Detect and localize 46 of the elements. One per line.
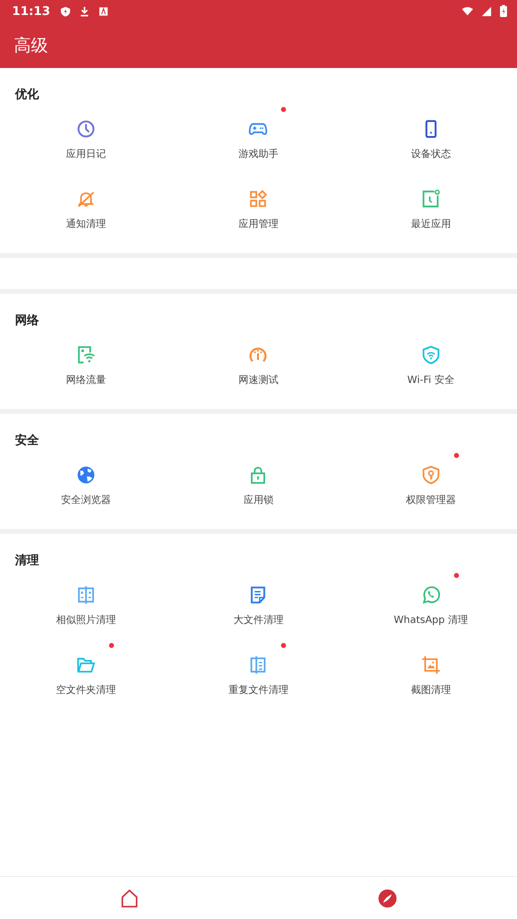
section-heading: 优化 [14,86,40,103]
tool-label[interactable]: 大文件清理 [233,611,284,631]
tool-label[interactable]: 空文件夹清理 [56,681,116,701]
page-title: 高级 [14,34,48,56]
apps-icon[interactable] [248,189,268,209]
section-heading: 网络 [14,312,40,329]
download-icon [79,6,90,16]
tool-label[interactable]: Wi-Fi 安全 [407,371,454,391]
wifi-icon [462,6,473,16]
wifi-shield-icon[interactable] [420,345,441,365]
compass-icon[interactable] [378,888,398,908]
tool-label[interactable]: 应用锁 [243,491,274,511]
crop-image-icon[interactable] [420,655,441,675]
section-heading: 安全 [14,432,40,449]
bell-off-icon[interactable] [76,189,96,209]
speedometer-icon[interactable] [248,345,268,365]
tool-label[interactable]: 游戏助手 [238,145,278,165]
tool-label[interactable]: 重复文件清理 [228,681,288,701]
folder-icon[interactable] [76,655,96,675]
tool-label[interactable]: 权限管理器 [406,491,456,511]
chat-phone-icon[interactable] [420,585,441,605]
similar-photos-icon[interactable] [76,585,96,605]
duplicate-files-icon[interactable] [248,655,268,675]
recent-apps-icon[interactable] [420,189,441,209]
tool-label[interactable]: 截图清理 [410,681,451,701]
tool-label[interactable]: 网速测试 [238,371,278,391]
tool-label[interactable]: 应用日记 [66,145,106,165]
tool-label[interactable]: 相似照片清理 [56,611,116,631]
battery-icon [500,5,507,17]
status-time: 11:13 [12,4,50,18]
clock-icon[interactable] [76,119,96,139]
signal-icon [481,6,492,16]
key-shield-icon[interactable] [420,465,441,485]
shield-icon [60,6,72,16]
tool-label[interactable]: 最近应用 [410,215,451,235]
section-heading: 清理 [14,552,40,569]
tool-label[interactable]: 通知清理 [66,215,106,235]
tool-label[interactable]: WhatsApp 清理 [394,611,468,631]
globe-icon[interactable] [76,465,96,485]
tool-label[interactable]: 设备状态 [410,145,451,165]
tool-label[interactable]: 应用管理 [238,215,278,235]
notification-icon [98,6,110,16]
tool-label[interactable]: 网络流量 [66,371,106,391]
home-icon[interactable] [120,888,139,908]
tool-label[interactable]: 安全浏览器 [61,491,112,511]
data-usage-icon[interactable] [76,345,96,365]
